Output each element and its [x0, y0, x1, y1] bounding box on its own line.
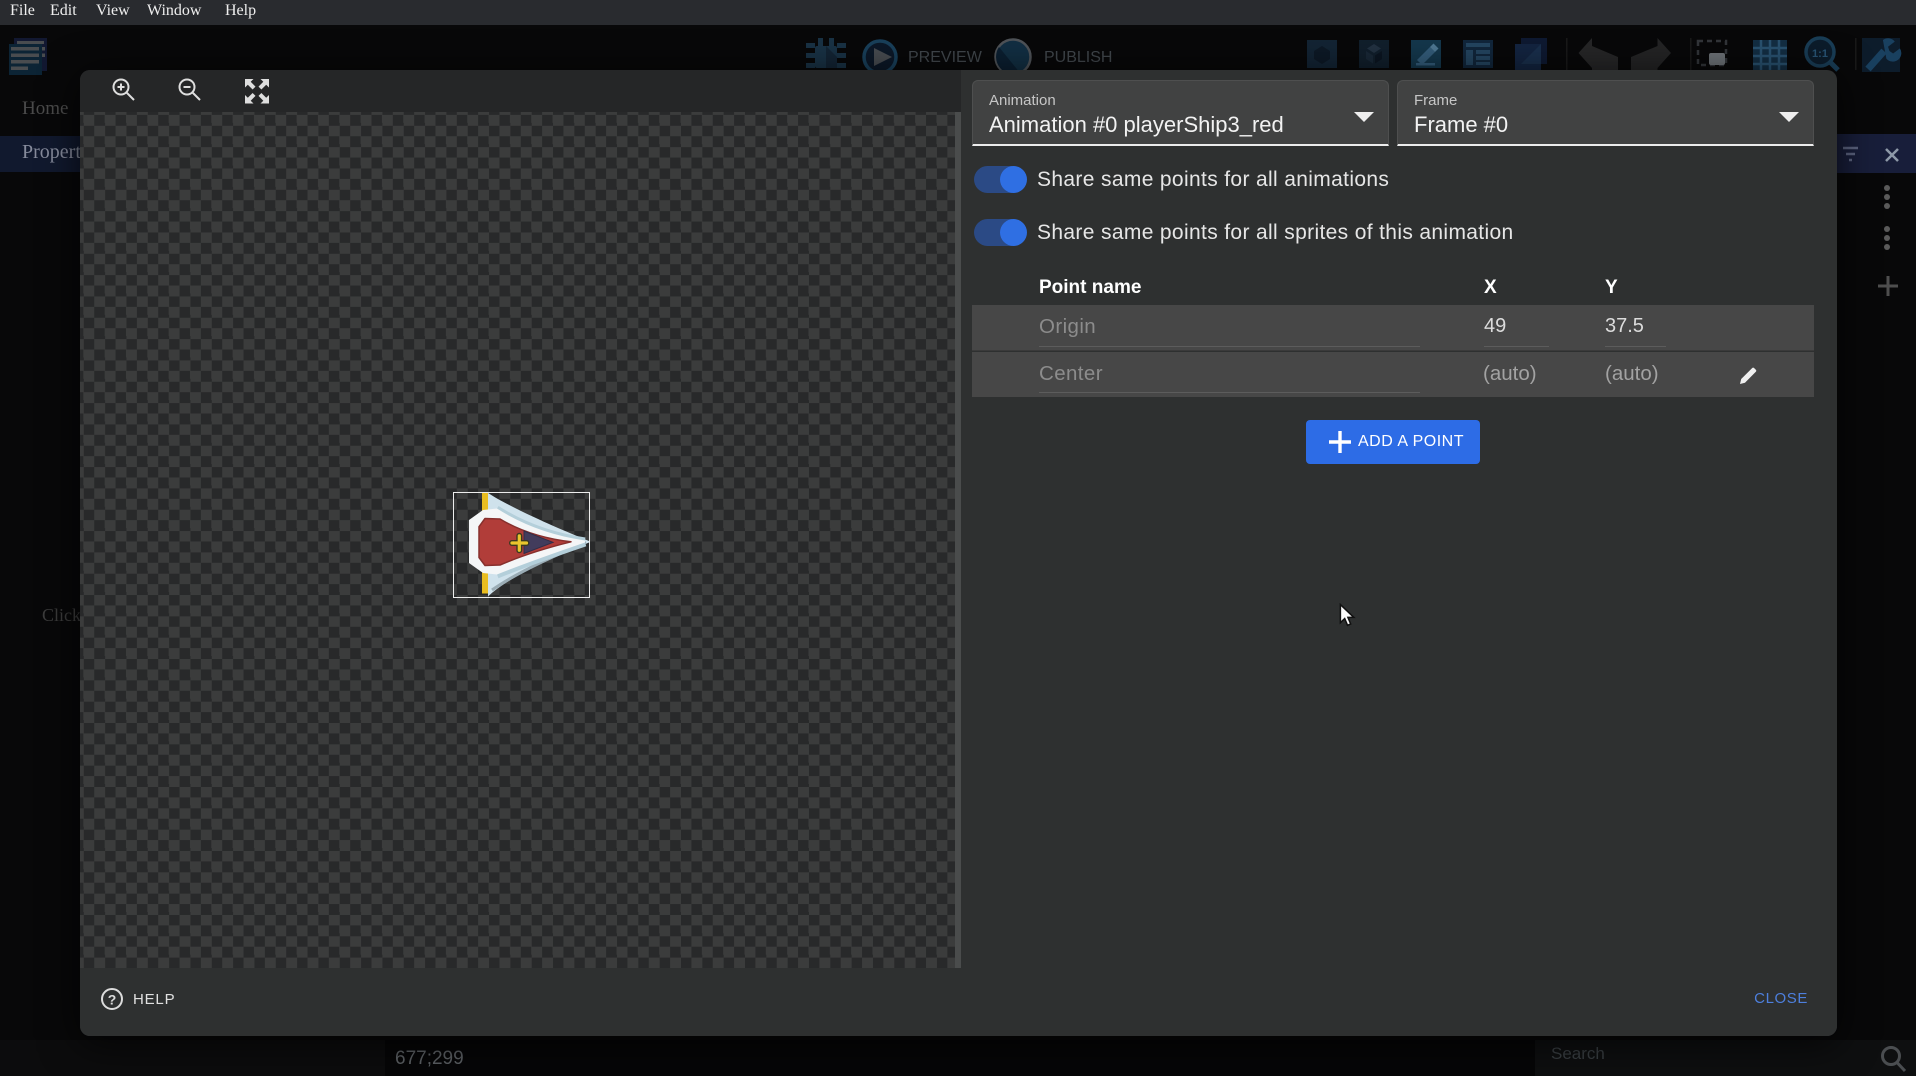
svg-text:PUBLISH: PUBLISH	[1044, 49, 1112, 66]
svg-text:1:1: 1:1	[1812, 48, 1828, 60]
svg-text:PREVIEW: PREVIEW	[908, 49, 983, 66]
svg-text:HELP: HELP	[133, 991, 175, 1008]
svg-text:?: ?	[108, 992, 117, 1008]
